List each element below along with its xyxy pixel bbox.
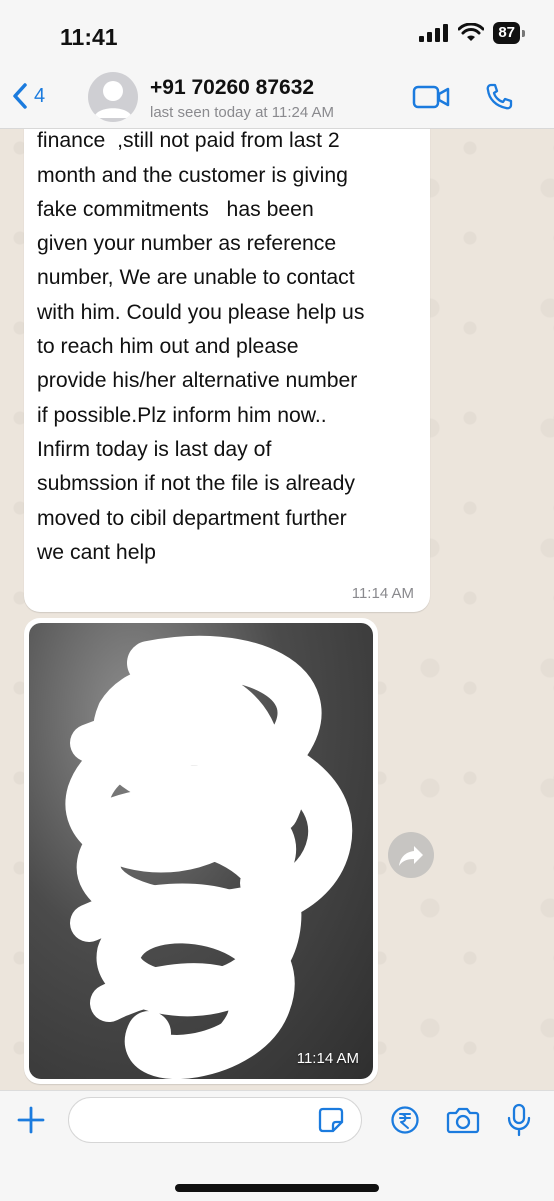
status-time: 11:41 [60,24,118,50]
camera-icon [446,1107,480,1134]
status-bar: 11:41 87 [0,0,554,70]
wifi-icon [458,23,485,41]
incoming-message-bubble[interactable]: from our company Nira finance ,still not… [24,98,430,612]
back-button[interactable]: 4 [12,82,45,110]
image-timestamp: 11:14 AM [296,1050,359,1067]
message-text: from our company Nira finance ,still not… [37,98,365,564]
rupee-icon [391,1106,419,1134]
default-avatar-icon [94,81,132,118]
sticker-icon [318,1107,344,1133]
microphone-icon [507,1103,531,1137]
chevron-left-icon [13,83,27,109]
last-seen-status: last seen today at 11:24 AM [150,104,335,121]
chat-header: 4 +91 70260 87632 last seen today at 11:… [0,70,554,129]
sticker-button[interactable] [318,1107,344,1138]
home-indicator [175,1184,379,1192]
payment-button[interactable] [390,1105,420,1140]
signal-icon [419,24,449,42]
forward-button[interactable] [388,832,434,878]
shared-image[interactable]: 11:14 AM [29,623,373,1079]
microphone-button[interactable] [506,1103,532,1142]
message-timestamp: 11:14 AM [351,585,414,602]
avatar[interactable] [88,72,138,122]
camera-button[interactable] [446,1105,480,1140]
battery-indicator: 87 [493,22,525,44]
scribble-redaction [65,635,353,1079]
video-call-button[interactable] [412,84,450,115]
forward-arrow-icon [399,846,423,866]
video-camera-icon [412,85,450,109]
attach-button[interactable] [16,1105,46,1140]
phone-icon [486,83,513,110]
contact-name[interactable]: +91 70260 87632 [150,76,314,100]
voice-call-button[interactable] [484,82,514,117]
unread-count: 4 [34,84,46,107]
incoming-image-bubble[interactable]: 11:14 AM [24,618,378,1084]
plus-icon [17,1106,45,1134]
